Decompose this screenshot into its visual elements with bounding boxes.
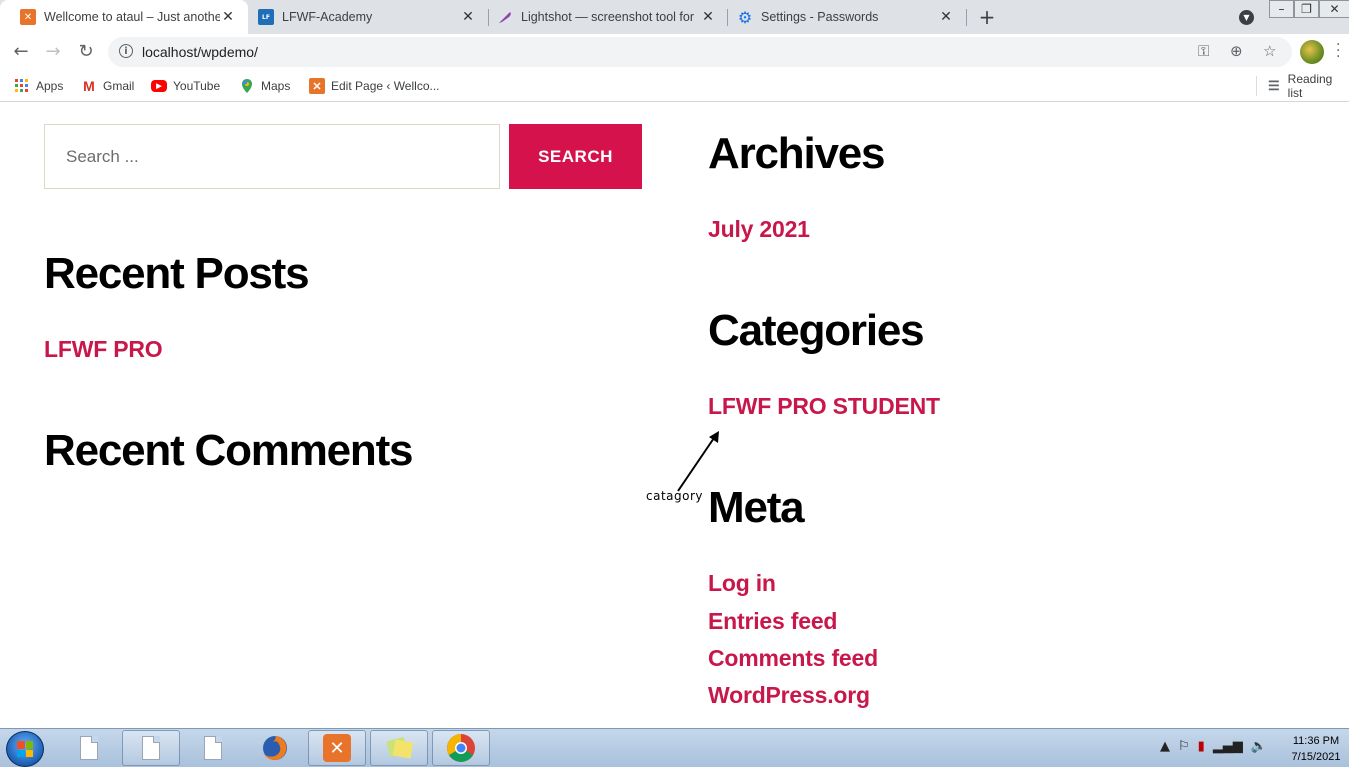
- search-button[interactable]: SEARCH: [509, 124, 642, 189]
- archive-link[interactable]: July 2021: [708, 218, 810, 241]
- bookmark-label: YouTube: [173, 79, 221, 93]
- xampp-icon: ✕: [309, 78, 325, 94]
- document-icon: [204, 736, 222, 760]
- taskbar-file-3[interactable]: [184, 730, 242, 766]
- close-icon[interactable]: ✕: [700, 9, 716, 25]
- reading-list-icon: ☰: [1268, 78, 1280, 93]
- recent-post-link[interactable]: LFWF PRO: [44, 338, 163, 361]
- gear-icon: ⚙: [737, 7, 753, 27]
- sticky-notes-icon: [386, 736, 414, 759]
- key-icon[interactable]: ⚿: [1198, 42, 1209, 60]
- tab-settings-passwords[interactable]: ⚙ Settings - Passwords ✕: [717, 0, 966, 34]
- search-field[interactable]: [44, 124, 500, 189]
- taskbar-xampp[interactable]: ✕: [308, 730, 366, 766]
- category-link[interactable]: LFWF PRO STUDENT: [708, 395, 940, 418]
- firefox-icon: [263, 736, 287, 760]
- close-icon[interactable]: ✕: [938, 9, 954, 25]
- taskbar-file-2[interactable]: [122, 730, 180, 766]
- bookmark-youtube[interactable]: ▶ YouTube: [151, 77, 220, 95]
- maps-icon: [239, 78, 255, 94]
- bookmark-label: Apps: [36, 79, 64, 93]
- youtube-icon: ▶: [151, 80, 167, 92]
- chrome-icon: [447, 734, 475, 762]
- taskbar-file-1[interactable]: [60, 730, 118, 766]
- tab-title: Settings - Passwords: [761, 10, 879, 24]
- close-window-button[interactable]: ✕: [1319, 0, 1349, 18]
- tab-divider: [966, 9, 967, 26]
- windows-taskbar: ✕ ▲ ⚐ ▮ ▂▄▆ 🔈 11:36 PM 7/15/2021: [0, 728, 1349, 767]
- clock-date: 7/15/2021: [1291, 751, 1341, 763]
- taskbar-sticky-notes[interactable]: [370, 730, 428, 766]
- search-input[interactable]: [45, 125, 499, 188]
- address-bar[interactable]: i localhost/wpdemo/ ⚿ ⊕ ☆: [108, 37, 1292, 67]
- annotation-label: catagory: [646, 489, 704, 503]
- meta-title: Meta: [708, 483, 805, 532]
- menu-icon[interactable]: · · ·: [1336, 38, 1340, 64]
- recent-posts-title: Recent Posts: [44, 249, 310, 298]
- bookmark-label: Maps: [261, 79, 291, 93]
- lfwf-icon: LF: [258, 9, 274, 25]
- feather-icon: [497, 9, 513, 25]
- system-tray: ▲ ⚐ ▮ ▂▄▆ 🔈: [1160, 739, 1267, 754]
- document-icon: [80, 736, 98, 760]
- tab-title: Wellcome to ataul – Just another: [44, 10, 220, 24]
- tab-search-icon[interactable]: ▼: [1239, 10, 1254, 25]
- categories-title: Categories: [708, 306, 925, 355]
- profile-avatar[interactable]: [1300, 40, 1324, 64]
- system-clock[interactable]: 11:36 PM 7/15/2021: [1284, 733, 1348, 765]
- info-icon[interactable]: i: [119, 44, 133, 58]
- minimize-button[interactable]: –: [1269, 0, 1294, 18]
- windows-logo-icon: [17, 741, 33, 757]
- battery-icon[interactable]: ▮: [1198, 739, 1205, 754]
- zoom-icon[interactable]: ⊕: [1230, 42, 1243, 60]
- bookmarks-divider: [1256, 76, 1257, 96]
- meta-wordpress-link[interactable]: WordPress.org: [708, 684, 870, 707]
- xampp-icon: ✕: [20, 9, 36, 25]
- close-icon[interactable]: ✕: [220, 9, 236, 25]
- tab-strip: ✕ Wellcome to ataul – Just another ✕ LF …: [0, 0, 1349, 34]
- reading-list-label: Reading list: [1287, 72, 1333, 100]
- meta-entries-feed-link[interactable]: Entries feed: [708, 610, 837, 633]
- restore-button[interactable]: ❐: [1294, 0, 1319, 18]
- tab-lightshot[interactable]: Lightshot — screenshot tool for ✕: [477, 0, 728, 34]
- bookmark-label: Gmail: [103, 79, 135, 93]
- new-tab-button[interactable]: +: [978, 5, 996, 29]
- address-url[interactable]: localhost/wpdemo/: [142, 44, 258, 60]
- xampp-icon: ✕: [323, 734, 351, 762]
- reload-icon[interactable]: ↻: [74, 40, 98, 64]
- reading-list-button[interactable]: ☰ Reading list: [1266, 72, 1349, 100]
- gmail-icon: M: [83, 78, 95, 94]
- tab-wellcome[interactable]: ✕ Wellcome to ataul – Just another ✕: [0, 0, 248, 34]
- recent-comments-title: Recent Comments: [44, 426, 414, 475]
- signal-icon[interactable]: ▂▄▆: [1213, 739, 1243, 754]
- document-icon: [142, 736, 160, 760]
- back-arrow-icon[interactable]: ←: [9, 40, 33, 64]
- forward-arrow-icon[interactable]: →: [41, 40, 65, 64]
- meta-comments-feed-link[interactable]: Comments feed: [708, 647, 878, 670]
- clock-time: 11:36 PM: [1292, 735, 1340, 747]
- bookmark-maps[interactable]: Maps: [239, 77, 290, 95]
- start-button[interactable]: [6, 731, 44, 767]
- tab-title: Lightshot — screenshot tool for: [521, 10, 695, 24]
- archives-title: Archives: [708, 129, 885, 178]
- bookmark-edit-page[interactable]: ✕ Edit Page ‹ Wellco...: [309, 77, 440, 95]
- taskbar-firefox[interactable]: [246, 730, 304, 766]
- bookmark-gmail[interactable]: M Gmail: [81, 77, 134, 95]
- tab-title: LFWF-Academy: [282, 10, 373, 24]
- flag-icon[interactable]: ⚐: [1178, 739, 1190, 754]
- tab-lfwf-academy[interactable]: LF LFWF-Academy ✕: [238, 0, 488, 34]
- taskbar-chrome[interactable]: [432, 730, 490, 766]
- star-icon[interactable]: ☆: [1263, 42, 1276, 60]
- bookmark-apps[interactable]: Apps: [14, 77, 63, 95]
- bookmarks-bar: Apps M Gmail ▶ YouTube Maps ✕ Edit Page …: [0, 70, 1349, 102]
- apps-grid-icon: [14, 78, 30, 94]
- speaker-icon[interactable]: 🔈: [1251, 739, 1267, 754]
- meta-login-link[interactable]: Log in: [708, 572, 776, 595]
- bookmark-label: Edit Page ‹ Wellco...: [331, 79, 440, 93]
- browser-toolbar: ← → ↻ i localhost/wpdemo/ ⚿ ⊕ ☆ · · ·: [0, 34, 1349, 70]
- tray-expand-icon[interactable]: ▲: [1160, 739, 1170, 754]
- close-icon[interactable]: ✕: [460, 9, 476, 25]
